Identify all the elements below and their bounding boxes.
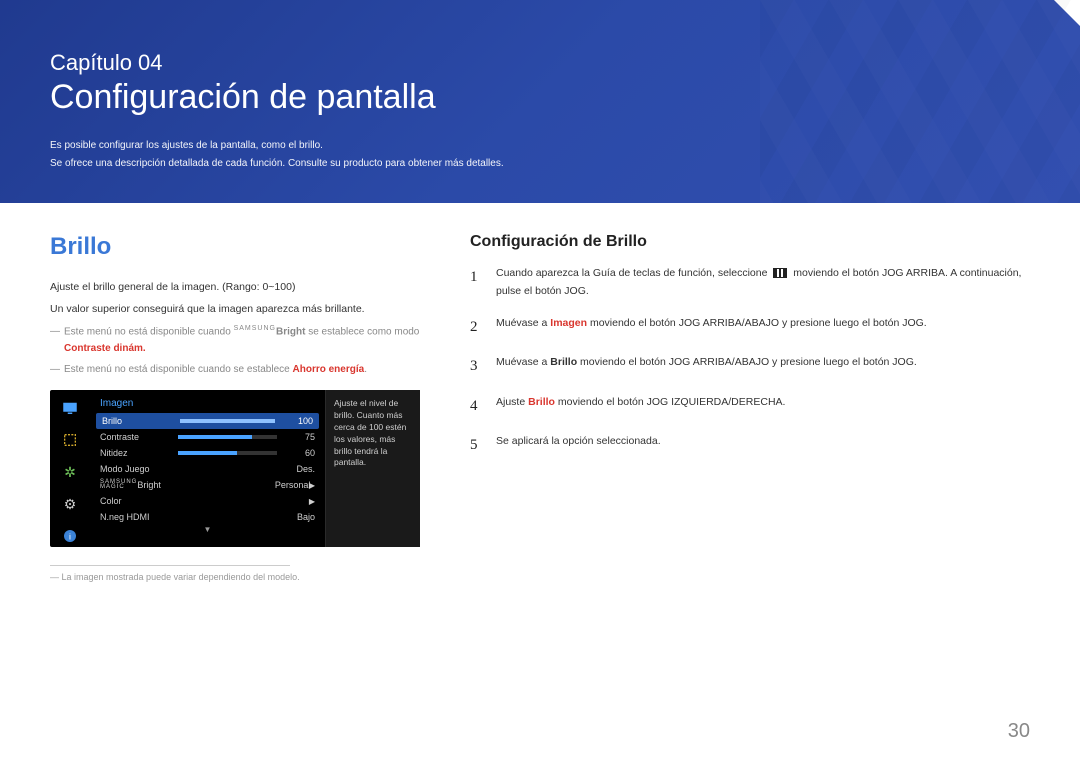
osd-help-text: Ajuste el nivel de brillo. Cuanto más ce… <box>325 390 420 547</box>
step-text: Se aplicará la opción seleccionada. <box>496 433 661 459</box>
osd-icon-column: ✲ ⚙ i <box>50 390 90 547</box>
osd-header: Imagen <box>90 394 325 413</box>
page-number: 30 <box>1008 720 1030 743</box>
footnote-text: La imagen mostrada puede variar dependie… <box>62 572 300 582</box>
osd-row-label: SAMSUNGMAGICBright <box>100 480 170 490</box>
page-corner-fold <box>1054 0 1080 26</box>
note-2-text-c: . <box>364 364 367 375</box>
steps-list: 1 Cuando aparezca la Guía de teclas de fu… <box>470 265 1030 459</box>
step-item: 3 Muévase a Brillo moviendo el botón JOG … <box>470 354 1030 380</box>
step-text: Muévase a Imagen moviendo el botón JOG A… <box>496 315 927 341</box>
note-line-2: Este menú no está disponible cuando se e… <box>50 361 420 378</box>
osd-slider <box>180 419 275 423</box>
chevron-right-icon: ▶ <box>309 497 315 506</box>
left-column: Brillo Ajuste el brillo general de la im… <box>50 233 420 582</box>
osd-row: Contraste 75 <box>90 429 325 445</box>
step-item: 1 Cuando aparezca la Guía de teclas de fu… <box>470 265 1030 301</box>
info-icon: i <box>60 526 80 546</box>
osd-row: SAMSUNGMAGICBright Personal ▶ <box>90 477 325 493</box>
chevron-right-icon: ▶ <box>309 481 315 490</box>
body-paragraph-1: Ajuste el brillo general de la imagen. (… <box>50 279 420 297</box>
osd-row-value: Personal <box>275 480 305 490</box>
step-text: Ajuste Brillo moviendo el botón JOG IZQU… <box>496 394 785 420</box>
osd-row-label: N.neg HDMI <box>100 512 170 522</box>
osd-row-label: Contraste <box>100 432 170 442</box>
osd-row-value: 100 <box>283 416 313 426</box>
footnote-marker: ― <box>50 572 59 582</box>
chapter-label: Capítulo 04 <box>50 50 1030 76</box>
magic-prefix: SAMSUNG <box>234 325 276 332</box>
osd-row-value: 60 <box>285 448 315 458</box>
step-number: 5 <box>470 433 484 459</box>
note-1-highlight: Contraste dinám. <box>64 343 146 354</box>
banner-subtext-1: Es posible configurar los ajustes de la … <box>50 137 1030 155</box>
osd-row-label: Modo Juego <box>100 464 170 474</box>
osd-row: Modo Juego Des. <box>90 461 325 477</box>
right-column: Configuración de Brillo 1 Cuando aparezca… <box>470 233 1030 582</box>
osd-row: N.neg HDMI Bajo <box>90 509 325 525</box>
monitor-icon <box>60 398 80 418</box>
menu-icon <box>773 268 787 278</box>
page-content: Brillo Ajuste el brillo general de la im… <box>0 203 1080 592</box>
section-heading-brillo: Brillo <box>50 233 420 261</box>
note-1-text-a: Este menú no está disponible cuando <box>64 326 234 337</box>
divider <box>50 565 290 566</box>
step-number: 2 <box>470 315 484 341</box>
svg-text:i: i <box>69 531 71 541</box>
note-2-text-a: Este menú no está disponible cuando se e… <box>64 364 293 375</box>
osd-row-value: Bajo <box>285 512 315 522</box>
osd-row-label: Brillo <box>102 416 172 426</box>
step-number: 4 <box>470 394 484 420</box>
step-number: 3 <box>470 354 484 380</box>
osd-row: Nitidez 60 <box>90 445 325 461</box>
gear-icon: ⚙ <box>60 494 80 514</box>
osd-row: Color ▶ <box>90 493 325 509</box>
note-2-highlight: Ahorro energía <box>293 364 365 375</box>
step-item: 2 Muévase a Imagen moviendo el botón JOG … <box>470 315 1030 341</box>
magic-suffix: Bright <box>276 326 305 337</box>
step-item: 5 Se aplicará la opción seleccionada. <box>470 433 1030 459</box>
osd-slider <box>178 451 277 455</box>
step-text: Muévase a Brillo moviendo el botón JOG A… <box>496 354 917 380</box>
chevron-down-icon: ▼ <box>90 525 325 534</box>
step-item: 4 Ajuste Brillo moviendo el botón JOG IZQ… <box>470 394 1030 420</box>
footnote: ― La imagen mostrada puede variar depend… <box>50 572 420 582</box>
sun-icon: ✲ <box>60 462 80 482</box>
note-1-text-b: se establece como modo <box>305 326 419 337</box>
chapter-banner: Capítulo 04 Configuración de pantalla Es… <box>0 0 1080 203</box>
osd-row-label: Color <box>100 496 170 506</box>
body-paragraph-2: Un valor superior conseguirá que la imag… <box>50 301 420 319</box>
osd-rows: Imagen Brillo 100 Contraste 75 Nitidez 60 Modo… <box>90 390 325 547</box>
osd-row-label: Nitidez <box>100 448 170 458</box>
osd-slider <box>178 435 277 439</box>
banner-subtext-2: Se ofrece una descripción detallada de c… <box>50 155 1030 173</box>
osd-row: Brillo 100 <box>96 413 319 429</box>
section-heading-config: Configuración de Brillo <box>470 233 1030 251</box>
note-line-1: Este menú no está disponible cuando SAMS… <box>50 323 420 357</box>
chapter-title: Configuración de pantalla <box>50 78 1030 117</box>
osd-menu-screenshot: ✲ ⚙ i Imagen Brillo 100 Contraste 75 Nitidez… <box>50 390 420 547</box>
osd-row-value: 75 <box>285 432 315 442</box>
frame-icon <box>60 430 80 450</box>
step-text: Cuando aparezca la Guía de teclas de fun… <box>496 265 1030 301</box>
step-number: 1 <box>470 265 484 301</box>
osd-row-value: Des. <box>285 464 315 474</box>
